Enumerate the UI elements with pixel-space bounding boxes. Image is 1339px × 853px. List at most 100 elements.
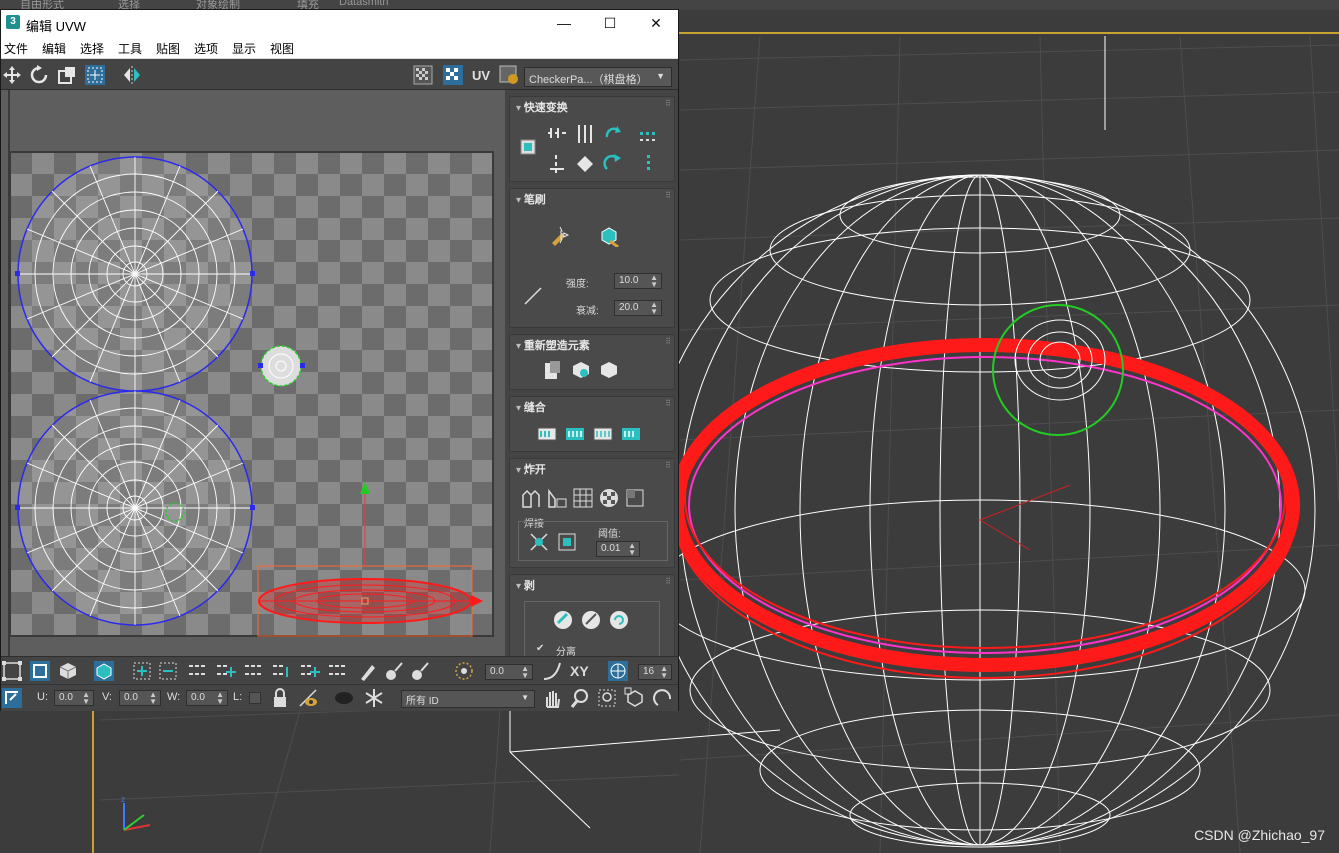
- pan-hand-icon[interactable]: [541, 687, 563, 709]
- detach-checkbox[interactable]: ✔: [536, 643, 544, 654]
- minimize-button[interactable]: —: [541, 10, 587, 37]
- menu-edit[interactable]: 编辑: [42, 40, 66, 57]
- mirror-icon[interactable]: [121, 64, 143, 86]
- uv-canvas-drawing[interactable]: [1, 90, 505, 656]
- loop-shrink-icon[interactable]: [243, 660, 265, 682]
- zoom-extents-icon[interactable]: [624, 687, 646, 709]
- falloff-spinner[interactable]: 20.0 ▲ ▼: [614, 300, 662, 316]
- reshape-title[interactable]: 重新塑造元素: [516, 337, 590, 353]
- spinner-arrows-icon[interactable]: ▲ ▼: [216, 691, 224, 706]
- ring-select-icon[interactable]: [271, 660, 293, 682]
- paint-select-icon[interactable]: [357, 660, 379, 682]
- align-vertical-icon[interactable]: [546, 153, 568, 175]
- lock-icon[interactable]: [269, 687, 291, 709]
- menu-mapping[interactable]: 贴图: [156, 40, 180, 57]
- explode-title[interactable]: 炸开: [516, 461, 546, 477]
- paint-move-brush-icon[interactable]: [548, 225, 570, 247]
- space-vertical-icon[interactable]: [574, 123, 596, 145]
- zoom-icon[interactable]: [569, 687, 591, 709]
- stitch-target-icon[interactable]: [620, 423, 642, 445]
- rotate-icon[interactable]: [28, 64, 50, 86]
- menu-view[interactable]: 视图: [270, 40, 294, 57]
- weld-target-icon[interactable]: [556, 531, 578, 553]
- flip-horizontal-icon[interactable]: [638, 123, 660, 145]
- soft-selection-icon[interactable]: [453, 660, 475, 682]
- flatten-by-smoothing-icon[interactable]: [624, 487, 646, 509]
- flatten-element-icon[interactable]: [598, 359, 620, 381]
- uv-cluster-top[interactable]: [15, 156, 255, 392]
- menu-display[interactable]: 显示: [232, 40, 256, 57]
- rotate-ccw-icon[interactable]: [602, 123, 624, 145]
- weld-selected-icon[interactable]: [528, 531, 550, 553]
- snowflake-icon[interactable]: [363, 687, 385, 709]
- quick-transform-title[interactable]: 快速变换: [516, 99, 568, 115]
- stitch-title[interactable]: 缝合: [516, 399, 546, 415]
- grid-snap-icon[interactable]: [607, 660, 629, 682]
- falloff-curve-icon[interactable]: [541, 660, 563, 682]
- spinner-arrows-icon[interactable]: ▲ ▼: [650, 301, 658, 316]
- stitch-custom-icon[interactable]: [536, 423, 558, 445]
- ring-grow-icon[interactable]: [299, 660, 321, 682]
- hide-show-icon[interactable]: [297, 687, 319, 709]
- element-mode-icon[interactable]: [93, 660, 115, 682]
- shrink-selection-icon[interactable]: [157, 660, 179, 682]
- stitch-average-icon[interactable]: [592, 423, 614, 445]
- snap-toggle-icon[interactable]: [653, 687, 675, 709]
- spinner-arrows-icon[interactable]: ▲ ▼: [82, 691, 90, 706]
- v-coordinate-spinner[interactable]: 0.0 ▲ ▼: [119, 690, 161, 706]
- quick-peel-icon[interactable]: [552, 609, 574, 631]
- grid-size-spinner[interactable]: 16 ▲ ▼: [638, 664, 672, 680]
- paint-select-shrink-icon[interactable]: [409, 660, 431, 682]
- flip-vertical-icon[interactable]: [638, 153, 660, 175]
- brush-title[interactable]: 笔刷: [516, 191, 546, 207]
- peel-title[interactable]: 剥: [516, 577, 535, 593]
- paint-select-grow-icon[interactable]: [383, 660, 405, 682]
- spinner-arrows-icon[interactable]: ▲ ▼: [149, 691, 157, 706]
- map-settings-icon[interactable]: [498, 64, 520, 86]
- align-horizontal-icon[interactable]: [546, 123, 568, 145]
- strength-spinner[interactable]: 10.0 ▲ ▼: [614, 273, 662, 289]
- menu-options[interactable]: 选项: [194, 40, 218, 57]
- lock-uv-checkbox[interactable]: [249, 692, 261, 704]
- vertex-mode-icon[interactable]: [1, 660, 23, 682]
- pivot-align-icon[interactable]: [518, 137, 540, 159]
- freeze-selection-icon[interactable]: [333, 687, 355, 709]
- spinner-arrows-icon[interactable]: ▲ ▼: [521, 665, 529, 680]
- relax-brush-icon[interactable]: [598, 225, 620, 247]
- spinner-arrows-icon[interactable]: ▲ ▼: [650, 274, 658, 289]
- move-icon[interactable]: [1, 64, 23, 86]
- soft-selection-spinner[interactable]: 0.0 ▲ ▼: [485, 664, 533, 680]
- edit-uvw-window[interactable]: 3 编辑 UVW — ☐ ✕ 文件 编辑 选择 工具 贴图 选项 显示 视图 U…: [0, 9, 679, 711]
- edge-mode-icon[interactable]: [29, 660, 51, 682]
- detach-edge-icon[interactable]: [546, 487, 568, 509]
- freeform-icon[interactable]: [84, 64, 106, 86]
- break-icon[interactable]: [520, 487, 542, 509]
- xy-axis-toggle[interactable]: XY: [570, 663, 589, 679]
- show-map-icon[interactable]: [412, 64, 434, 86]
- material-id-dropdown[interactable]: 所有 ID ▼: [401, 690, 535, 708]
- ring-shrink-icon[interactable]: [327, 660, 349, 682]
- window-titlebar[interactable]: 3 编辑 UVW — ☐ ✕: [1, 10, 678, 37]
- stitch-source-icon[interactable]: [564, 423, 586, 445]
- peel-mode-icon[interactable]: [580, 609, 602, 631]
- checker-icon[interactable]: [442, 64, 464, 86]
- spinner-arrows-icon[interactable]: ▲ ▼: [628, 542, 636, 557]
- flatten-by-material-icon[interactable]: [598, 487, 620, 509]
- spinner-arrows-icon[interactable]: ▲ ▼: [660, 665, 668, 680]
- rotate-cw-icon[interactable]: [602, 153, 624, 175]
- threshold-spinner[interactable]: 0.01 ▲ ▼: [596, 541, 640, 557]
- absolute-offset-icon[interactable]: [1, 687, 23, 709]
- center-icon[interactable]: [574, 153, 596, 175]
- menu-select[interactable]: 选择: [80, 40, 104, 57]
- w-coordinate-spinner[interactable]: 0.0 ▲ ▼: [186, 690, 228, 706]
- zoom-region-icon[interactable]: [596, 687, 618, 709]
- menu-tools[interactable]: 工具: [118, 40, 142, 57]
- scale-icon[interactable]: [56, 64, 78, 86]
- u-coordinate-spinner[interactable]: 0.0 ▲ ▼: [54, 690, 94, 706]
- brush-line-icon[interactable]: [522, 285, 544, 307]
- close-button[interactable]: ✕: [633, 10, 679, 37]
- reset-peel-icon[interactable]: [608, 609, 630, 631]
- flatten-by-polygon-icon[interactable]: [572, 487, 594, 509]
- face-mode-icon[interactable]: [57, 660, 79, 682]
- relax-element-icon[interactable]: [570, 359, 592, 381]
